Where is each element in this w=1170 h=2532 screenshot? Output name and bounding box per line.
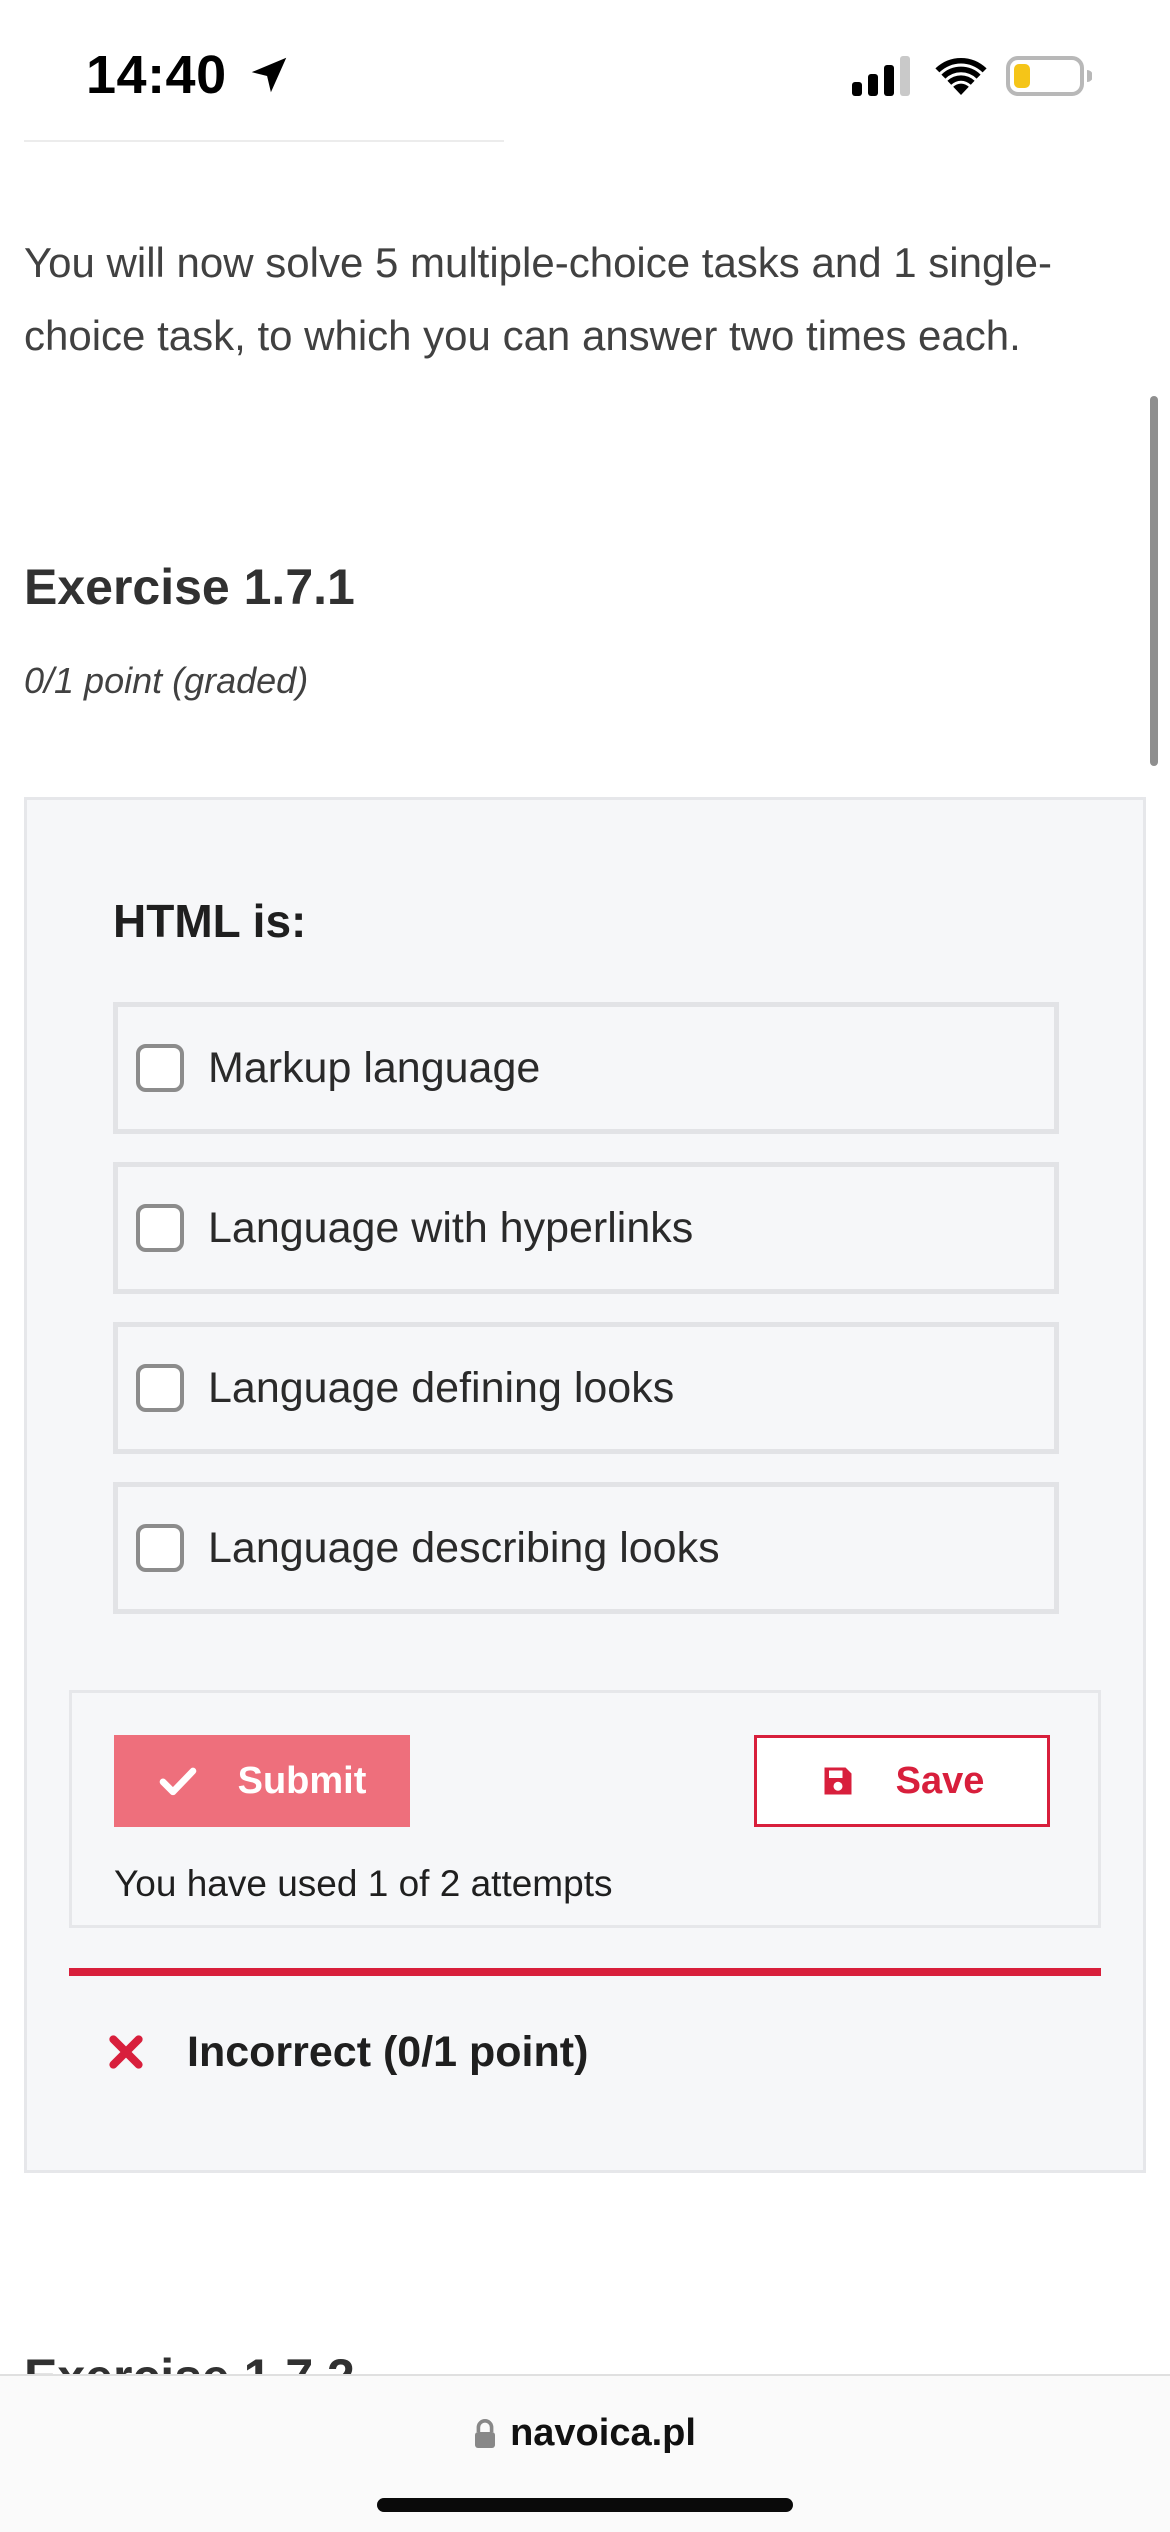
lock-icon bbox=[475, 2418, 496, 2448]
floppy-disk-icon bbox=[824, 1767, 852, 1795]
battery-icon bbox=[1006, 56, 1092, 96]
result-text: Incorrect (0/1 point) bbox=[187, 2027, 589, 2076]
status-time: 14:40 bbox=[86, 45, 227, 105]
intro-text: You will now solve 5 multiple-choice tas… bbox=[24, 239, 1052, 359]
question-text: HTML is: bbox=[113, 895, 307, 947]
option-checkbox[interactable] bbox=[136, 1524, 184, 1572]
attempts-text: You have used 1 of 2 attempts bbox=[114, 1863, 613, 1904]
url-text: navoica.pl bbox=[510, 2412, 696, 2454]
exercise-points: 0/1 point (graded) bbox=[24, 660, 309, 701]
submit-label: Submit bbox=[237, 1759, 367, 1802]
option-language-with-hyperlinks[interactable]: Language with hyperlinks bbox=[113, 1162, 1059, 1294]
divider bbox=[24, 140, 504, 142]
option-markup-language[interactable]: Markup language bbox=[113, 1002, 1059, 1134]
result-status: Incorrect (0/1 point) bbox=[107, 2022, 588, 2082]
option-label: Language with hyperlinks bbox=[208, 1203, 694, 1252]
submit-button[interactable]: Submit bbox=[114, 1735, 410, 1827]
option-language-defining-looks[interactable]: Language defining looks bbox=[113, 1322, 1059, 1454]
option-checkbox[interactable] bbox=[136, 1204, 184, 1252]
home-indicator[interactable] bbox=[377, 2498, 793, 2512]
exercise-title: Exercise 1.7.1 bbox=[24, 559, 355, 615]
cellular-signal-icon bbox=[852, 56, 910, 96]
save-label: Save bbox=[895, 1759, 985, 1802]
checkmark-icon bbox=[159, 1767, 196, 1796]
option-label: Language describing looks bbox=[208, 1523, 720, 1572]
option-label: Markup language bbox=[208, 1043, 541, 1092]
status-bar: 14:40 bbox=[0, 0, 1170, 140]
url-field[interactable]: navoica.pl bbox=[0, 2412, 1170, 2455]
close-x-icon bbox=[109, 2035, 143, 2069]
option-checkbox[interactable] bbox=[136, 1044, 184, 1092]
option-label: Language defining looks bbox=[208, 1363, 675, 1412]
save-button[interactable]: Save bbox=[754, 1735, 1050, 1827]
problem-panel: HTML is: Markup language Language with h… bbox=[24, 797, 1146, 2173]
browser-address-bar: navoica.pl bbox=[0, 2374, 1170, 2532]
action-bar: Submit Save You have used 1 of 2 attempt… bbox=[69, 1690, 1101, 1928]
wifi-icon bbox=[935, 57, 987, 95]
location-arrow-icon bbox=[251, 57, 287, 93]
scrollbar[interactable] bbox=[1150, 396, 1158, 766]
option-checkbox[interactable] bbox=[136, 1364, 184, 1412]
page: 14:40 You will now solve 5 multiple-choi… bbox=[0, 0, 1170, 2532]
option-language-describing-looks[interactable]: Language describing looks bbox=[113, 1482, 1059, 1614]
result-divider bbox=[69, 1968, 1101, 1976]
